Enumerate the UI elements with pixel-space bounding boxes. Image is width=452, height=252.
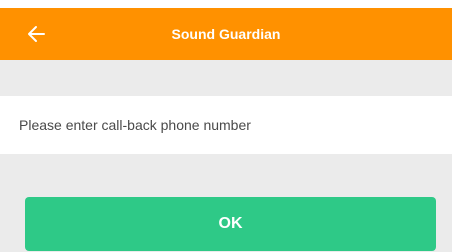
phone-field-row	[0, 96, 452, 154]
status-strip	[0, 0, 452, 8]
app-bar: Sound Guardian	[0, 8, 452, 60]
phone-number-input[interactable]	[0, 96, 452, 154]
ok-button-label: OK	[218, 215, 243, 232]
screen: Sound Guardian OK	[0, 0, 452, 252]
back-button[interactable]	[20, 18, 52, 50]
ok-button[interactable]: OK	[25, 197, 436, 251]
page-title: Sound Guardian	[171, 26, 281, 42]
arrow-left-icon	[28, 26, 45, 42]
